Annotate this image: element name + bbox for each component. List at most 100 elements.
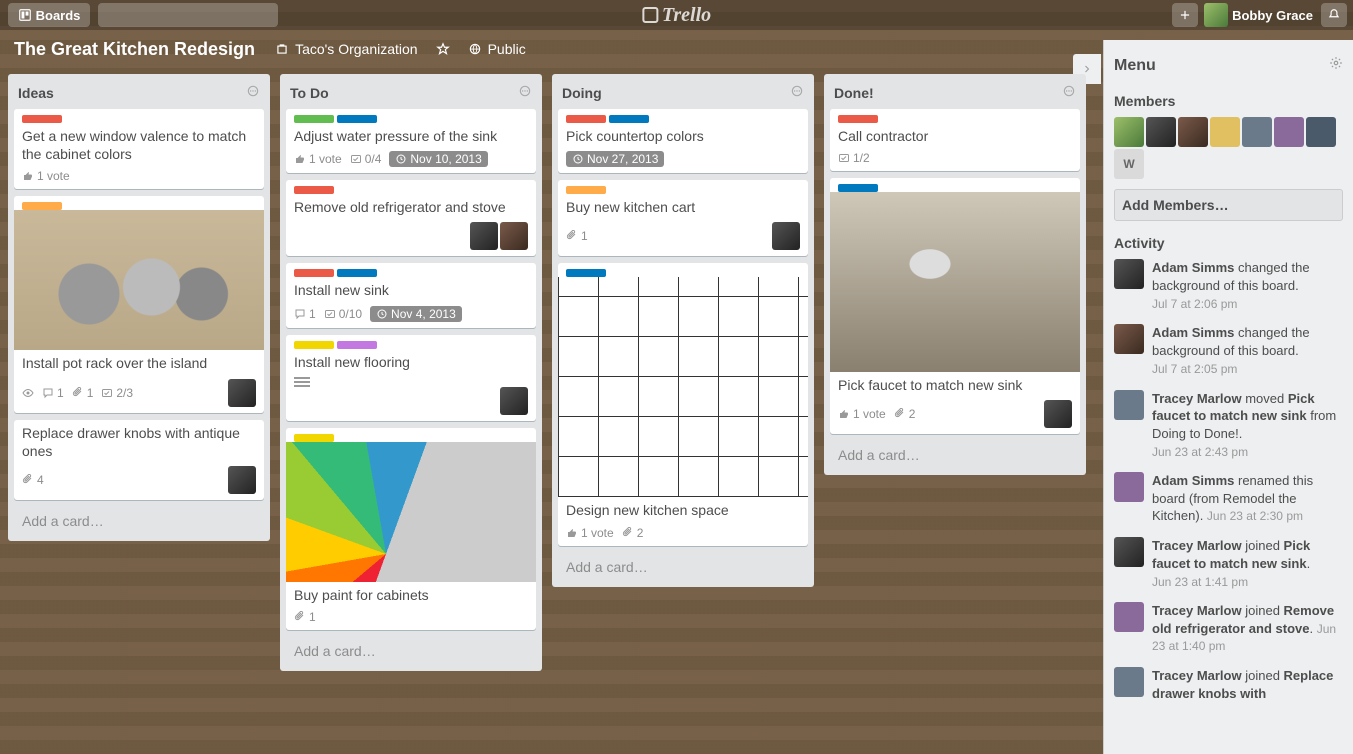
- due-badge: Nov 4, 2013: [370, 306, 462, 322]
- member-avatar[interactable]: [1114, 117, 1144, 147]
- label-yellow[interactable]: [294, 434, 334, 442]
- label-red[interactable]: [294, 269, 334, 277]
- list: To Do Adjust water pressure of the sink …: [280, 74, 542, 671]
- card[interactable]: Remove old refrigerator and stove: [286, 180, 536, 256]
- card[interactable]: Buy paint for cabinets 1: [286, 428, 536, 630]
- card-cover: [830, 192, 1080, 372]
- member-avatar[interactable]: [1146, 117, 1176, 147]
- card[interactable]: Design new kitchen space 1 vote2: [558, 263, 808, 545]
- add-members-button[interactable]: Add Members…: [1114, 189, 1343, 221]
- votes-badge: 1 vote: [22, 169, 70, 183]
- member-avatar-initial[interactable]: W: [1114, 149, 1144, 179]
- activity-avatar[interactable]: [1114, 667, 1144, 697]
- activity-item: Adam Simms changed the background of thi…: [1114, 259, 1343, 312]
- activity-time: Jun 23 at 1:41 pm: [1152, 574, 1343, 590]
- card-badges: 1 vote2: [830, 396, 1080, 434]
- list-menu[interactable]: [790, 84, 804, 101]
- label-blue[interactable]: [838, 184, 878, 192]
- notifications-button[interactable]: [1321, 3, 1347, 27]
- member-avatar[interactable]: [1178, 117, 1208, 147]
- user-avatar[interactable]: [1204, 3, 1228, 27]
- card-badges: 1 vote: [14, 165, 264, 189]
- member-avatar[interactable]: [500, 387, 528, 415]
- list-title[interactable]: Ideas: [18, 85, 246, 101]
- add-card[interactable]: Add a card…: [14, 507, 264, 535]
- member-avatar[interactable]: [1210, 117, 1240, 147]
- label-orange[interactable]: [22, 202, 62, 210]
- bell-icon: [1327, 8, 1341, 22]
- label-blue[interactable]: [337, 115, 377, 123]
- label-blue[interactable]: [337, 269, 377, 277]
- member-avatar[interactable]: [500, 222, 528, 250]
- attachments-badge: 1: [72, 386, 94, 400]
- card[interactable]: Buy new kitchen cart 1: [558, 180, 808, 256]
- member-avatar[interactable]: [228, 379, 256, 407]
- boards-button[interactable]: Boards: [8, 3, 90, 27]
- logo-text: Trello: [662, 4, 711, 27]
- add-card[interactable]: Add a card…: [830, 441, 1080, 469]
- create-button[interactable]: [1172, 3, 1198, 27]
- visibility-button[interactable]: Public: [468, 41, 526, 57]
- activity-avatar[interactable]: [1114, 602, 1144, 632]
- search-field[interactable]: [106, 8, 283, 23]
- card[interactable]: Install new sink 10/10Nov 4, 2013: [286, 263, 536, 327]
- member-avatar[interactable]: [470, 222, 498, 250]
- activity-item: Tracey Marlow joined Replace drawer knob…: [1114, 667, 1343, 702]
- member-avatar[interactable]: [1242, 117, 1272, 147]
- card[interactable]: Install new flooring: [286, 335, 536, 421]
- star-board[interactable]: [436, 42, 450, 56]
- card-badges: [286, 218, 536, 256]
- member-avatar[interactable]: [228, 466, 256, 494]
- org-name[interactable]: Taco's Organization: [275, 41, 418, 57]
- label-green[interactable]: [294, 115, 334, 123]
- globe-icon: [468, 42, 482, 56]
- label-blue[interactable]: [609, 115, 649, 123]
- activity-avatar[interactable]: [1114, 324, 1144, 354]
- list-header: Ideas: [14, 80, 264, 109]
- board-title[interactable]: The Great Kitchen Redesign: [14, 39, 255, 60]
- card-title: Install pot rack over the island: [14, 350, 264, 374]
- list-title[interactable]: Doing: [562, 85, 790, 101]
- label-orange[interactable]: [566, 186, 606, 194]
- search-input[interactable]: [98, 3, 278, 27]
- list-title[interactable]: To Do: [290, 85, 518, 101]
- list-menu[interactable]: [1062, 84, 1076, 101]
- activity-text: Adam Simms changed the background of thi…: [1152, 259, 1343, 312]
- activity-avatar[interactable]: [1114, 259, 1144, 289]
- card-badges: 1/2: [830, 147, 1080, 171]
- label-blue[interactable]: [566, 269, 606, 277]
- card[interactable]: Get a new window valence to match the ca…: [14, 109, 264, 189]
- card[interactable]: Pick countertop colors Nov 27, 2013: [558, 109, 808, 173]
- label-red[interactable]: [294, 186, 334, 194]
- member-avatar[interactable]: [1274, 117, 1304, 147]
- activity-time: Jul 7 at 2:05 pm: [1152, 361, 1343, 377]
- list-menu[interactable]: [518, 84, 532, 101]
- activity-avatar[interactable]: [1114, 537, 1144, 567]
- label-red[interactable]: [22, 115, 62, 123]
- member-avatar[interactable]: [1044, 400, 1072, 428]
- card-cover: [14, 210, 264, 350]
- card[interactable]: Call contractor 1/2: [830, 109, 1080, 171]
- card[interactable]: Adjust water pressure of the sink 1 vote…: [286, 109, 536, 173]
- activity-avatar[interactable]: [1114, 390, 1144, 420]
- activity-avatar[interactable]: [1114, 472, 1144, 502]
- list-menu[interactable]: [246, 84, 260, 101]
- menu-settings[interactable]: [1329, 56, 1343, 75]
- card-badges: 1: [558, 218, 808, 256]
- trello-logo[interactable]: Trello: [642, 4, 711, 27]
- member-avatar[interactable]: [772, 222, 800, 250]
- add-card[interactable]: Add a card…: [558, 553, 808, 581]
- add-card[interactable]: Add a card…: [286, 637, 536, 665]
- label-purple[interactable]: [337, 341, 377, 349]
- list-title[interactable]: Done!: [834, 85, 1062, 101]
- label-red[interactable]: [566, 115, 606, 123]
- user-name[interactable]: Bobby Grace: [1232, 8, 1313, 23]
- card[interactable]: Pick faucet to match new sink 1 vote2: [830, 178, 1080, 434]
- card-title: Pick faucet to match new sink: [830, 372, 1080, 396]
- label-yellow[interactable]: [294, 341, 334, 349]
- votes-badge: 1 vote: [294, 152, 342, 166]
- member-avatar[interactable]: [1306, 117, 1336, 147]
- label-red[interactable]: [838, 115, 878, 123]
- card[interactable]: Replace drawer knobs with antique ones 4: [14, 420, 264, 500]
- card[interactable]: Install pot rack over the island 112/3: [14, 196, 264, 412]
